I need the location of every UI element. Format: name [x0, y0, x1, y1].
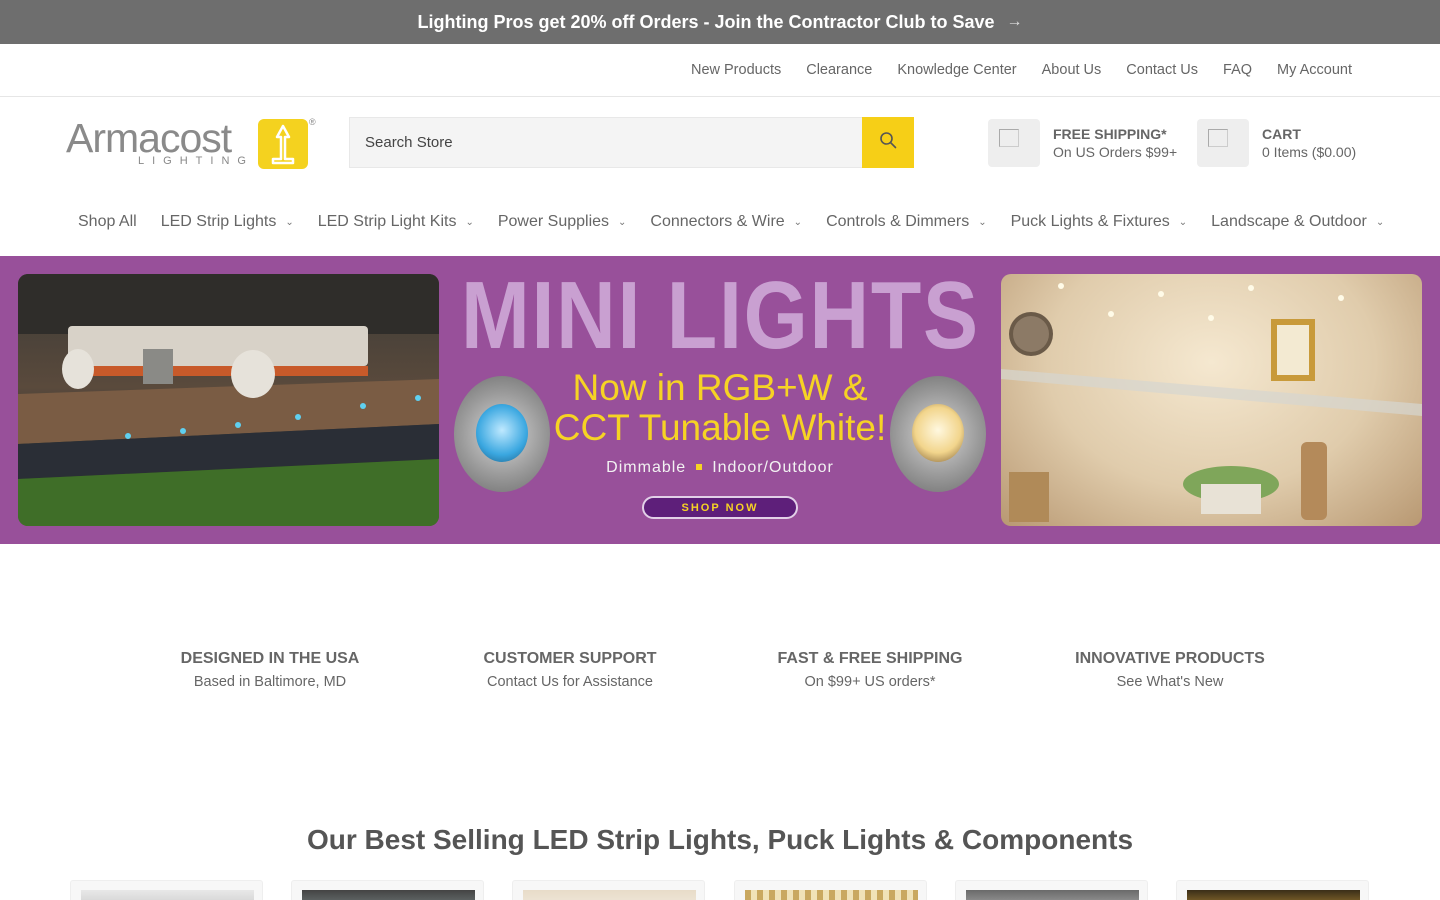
site-logo[interactable]: Armacost LIGHTING ® — [66, 117, 318, 169]
nav-puck-lights-fixtures[interactable]: Puck Lights & Fixtures ⌄ — [1011, 213, 1188, 231]
hero-shelf-photo — [1001, 274, 1422, 526]
white-mini-light-icon — [890, 376, 986, 492]
hero-tag-dimmable: Dimmable — [606, 459, 687, 476]
product-image — [1187, 890, 1360, 900]
shipping-icon — [988, 119, 1040, 167]
announcement-bar[interactable]: Lighting Pros get 20% off Orders - Join … — [0, 0, 1440, 44]
cart-summary: 0 Items ($0.00) — [1262, 144, 1357, 160]
nav-label: LED Strip Light Kits — [317, 213, 457, 230]
nav-label: Power Supplies — [497, 213, 610, 230]
hero-deck-photo — [18, 274, 439, 526]
product-card[interactable] — [70, 880, 263, 900]
product-card[interactable] — [955, 880, 1148, 900]
util-link-contact-us[interactable]: Contact Us — [1126, 62, 1198, 78]
hero-headline: MINI LIGHTS — [461, 262, 980, 369]
feature-innovative-products[interactable]: INNOVATIVE PRODUCTS See What's New — [1020, 648, 1320, 693]
product-image — [302, 890, 475, 900]
chevron-down-icon: ⌄ — [618, 216, 627, 228]
nav-label: LED Strip Lights — [160, 213, 277, 230]
utility-nav: New Products Clearance Knowledge Center … — [0, 44, 1440, 97]
chevron-down-icon: ⌄ — [1178, 216, 1188, 228]
product-image — [81, 890, 254, 900]
nav-label: Shop All — [78, 213, 137, 230]
nav-label: Landscape & Outdoor — [1211, 213, 1367, 230]
chevron-down-icon: ⌄ — [1375, 216, 1385, 228]
announcement-text[interactable]: Lighting Pros get 20% off Orders - Join … — [417, 12, 994, 33]
logo-wordmark: Armacost — [66, 115, 232, 161]
util-link-my-account[interactable]: My Account — [1277, 62, 1352, 78]
nav-label: Controls & Dimmers — [826, 213, 970, 230]
search-icon — [879, 131, 897, 154]
feature-customer-support[interactable]: CUSTOMER SUPPORT Contact Us for Assistan… — [420, 648, 720, 693]
product-card[interactable] — [734, 880, 927, 900]
search-bar — [349, 117, 914, 168]
chevron-down-icon: ⌄ — [793, 216, 803, 228]
hero-tag-indoor-outdoor: Indoor/Outdoor — [712, 459, 834, 476]
nav-led-strip-light-kits[interactable]: LED Strip Light Kits ⌄ — [318, 213, 474, 231]
nav-label: Connectors & Wire — [650, 213, 785, 230]
logo-subtitle: LIGHTING — [138, 155, 254, 167]
main-nav: Shop All LED Strip Lights ⌄ LED Strip Lig… — [0, 200, 1440, 244]
util-link-faq[interactable]: FAQ — [1223, 62, 1252, 78]
nav-controls-dimmers[interactable]: Controls & Dimmers ⌄ — [826, 213, 987, 231]
nav-label: Puck Lights & Fixtures — [1010, 213, 1170, 230]
search-input[interactable] — [350, 118, 863, 167]
feature-subtitle: See What's New — [1116, 674, 1224, 690]
rgb-mini-light-icon — [454, 376, 550, 492]
arrow-right-icon[interactable]: → — [1007, 13, 1023, 31]
chevron-down-icon: ⌄ — [465, 216, 474, 228]
feature-subtitle: Contact Us for Assistance — [486, 674, 653, 690]
product-image — [745, 890, 918, 900]
util-link-new-products[interactable]: New Products — [691, 62, 781, 78]
nav-connectors-wire[interactable]: Connectors & Wire ⌄ — [650, 213, 802, 231]
product-image — [966, 890, 1139, 900]
product-card[interactable] — [512, 880, 705, 900]
hero-banner[interactable]: MINI LIGHTS Now in RGB+W & CCT Tunable W… — [0, 256, 1440, 544]
feature-title: CUSTOMER SUPPORT — [483, 650, 657, 667]
registered-mark: ® — [309, 117, 316, 127]
shipping-subtitle: On US Orders $99+ — [1053, 144, 1178, 160]
shop-now-button[interactable]: SHOP NOW — [642, 496, 798, 519]
feature-subtitle: On $99+ US orders* — [804, 674, 936, 690]
nav-led-strip-lights[interactable]: LED Strip Lights ⌄ — [161, 213, 294, 231]
free-shipping-info[interactable]: FREE SHIPPING* On US Orders $99+ — [988, 119, 1177, 167]
feature-title: INNOVATIVE PRODUCTS — [1075, 650, 1265, 667]
product-image — [523, 890, 696, 900]
feature-title: DESIGNED IN THE USA — [180, 650, 360, 667]
cart-icon — [1197, 119, 1249, 167]
product-card[interactable] — [291, 880, 484, 900]
feature-title: FAST & FREE SHIPPING — [777, 650, 963, 667]
util-link-about-us[interactable]: About Us — [1042, 62, 1102, 78]
feature-designed-usa[interactable]: DESIGNED IN THE USA Based in Baltimore, … — [120, 648, 420, 693]
search-button[interactable] — [862, 117, 914, 168]
shipping-title: FREE SHIPPING* — [1053, 126, 1167, 142]
feature-subtitle: Based in Baltimore, MD — [193, 674, 347, 690]
best-sellers-heading: Our Best Selling LED Strip Lights, Puck … — [306, 824, 1134, 855]
chevron-down-icon: ⌄ — [285, 216, 294, 228]
cart-title: CART — [1262, 126, 1301, 142]
util-link-clearance[interactable]: Clearance — [806, 62, 872, 78]
nav-shop-all[interactable]: Shop All — [78, 213, 137, 231]
chevron-down-icon: ⌄ — [978, 216, 987, 228]
product-card[interactable] — [1176, 880, 1369, 900]
cart-button[interactable]: CART 0 Items ($0.00) — [1197, 119, 1356, 167]
nav-power-supplies[interactable]: Power Supplies ⌄ — [498, 213, 627, 231]
util-link-knowledge-center[interactable]: Knowledge Center — [897, 62, 1016, 78]
feature-free-shipping[interactable]: FAST & FREE SHIPPING On $99+ US orders* — [720, 648, 1020, 693]
logo-mark-icon — [258, 119, 308, 169]
nav-landscape-outdoor[interactable]: Landscape & Outdoor ⌄ — [1211, 213, 1384, 231]
